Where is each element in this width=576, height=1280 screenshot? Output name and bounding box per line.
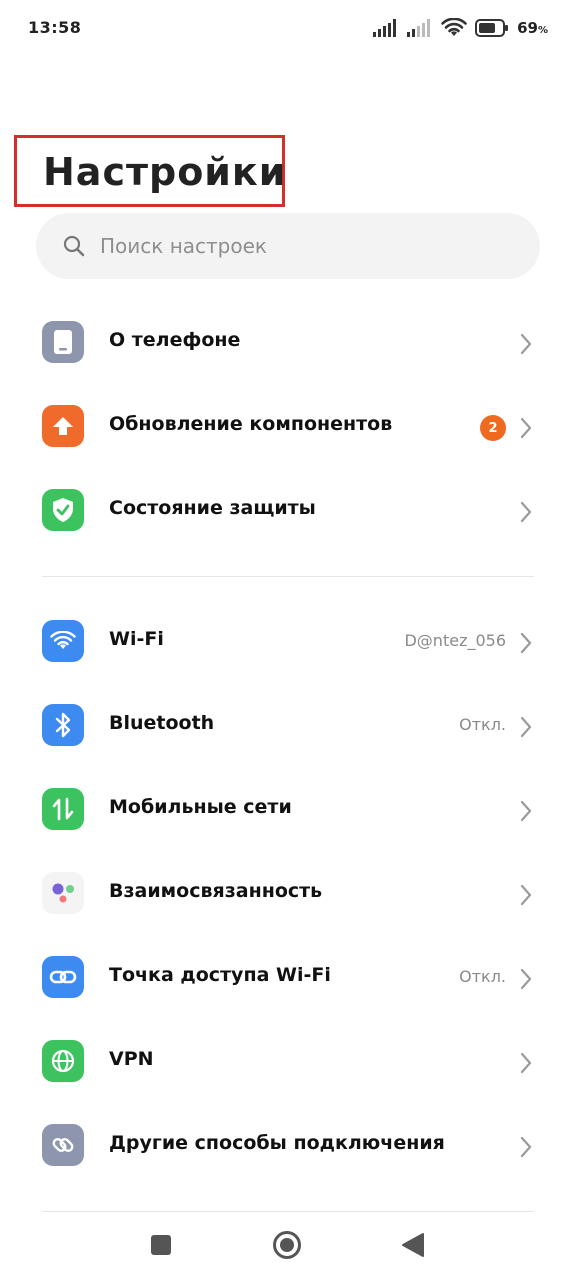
chevron-right-icon	[520, 1136, 532, 1158]
settings-item-label: Обновление компонентов	[109, 413, 393, 435]
settings-item-wifi[interactable]: Wi-Fi D@ntez_056	[0, 600, 576, 684]
chevron-right-icon	[520, 968, 532, 990]
status-time: 13:58	[28, 18, 82, 37]
settings-item-label: Wi-Fi	[109, 628, 164, 650]
hotspot-link-icon	[42, 956, 84, 998]
wifi-icon	[42, 620, 84, 662]
battery-icon	[475, 19, 509, 37]
chevron-right-icon	[520, 800, 532, 822]
search-input[interactable]	[100, 213, 520, 279]
settings-item-about-phone[interactable]: О телефоне	[0, 301, 576, 385]
bluetooth-icon	[42, 704, 84, 746]
mobile-data-icon	[42, 788, 84, 830]
settings-item-label: Bluetooth	[109, 712, 215, 734]
signal-icon-2	[407, 19, 431, 37]
link-icon	[42, 1124, 84, 1166]
chevron-right-icon	[520, 501, 532, 523]
settings-item-interconnectivity[interactable]: Взаимосвязанность	[0, 852, 576, 936]
interconnect-dots-icon	[42, 872, 84, 914]
settings-item-component-updates[interactable]: Обновление компонентов 2	[0, 385, 576, 469]
settings-item-label: Мобильные сети	[109, 796, 292, 818]
settings-item-vpn[interactable]: VPN	[0, 1020, 576, 1104]
settings-item-label: О телефоне	[109, 329, 241, 351]
section-divider	[42, 576, 534, 577]
settings-item-value: Откл.	[459, 715, 506, 734]
search-icon	[63, 235, 85, 257]
chevron-right-icon	[520, 884, 532, 906]
chevron-right-icon	[520, 417, 532, 439]
recents-square-icon[interactable]	[150, 1234, 172, 1256]
page-title: Настройки	[43, 150, 287, 194]
settings-item-label: Состояние защиты	[109, 497, 316, 519]
wifi-icon	[441, 18, 467, 36]
notification-badge: 2	[480, 415, 506, 441]
chevron-right-icon	[520, 632, 532, 654]
search-bar[interactable]	[36, 213, 540, 279]
settings-item-hotspot[interactable]: Точка доступа Wi-Fi Откл.	[0, 936, 576, 1020]
settings-item-label: VPN	[109, 1048, 154, 1070]
settings-group-device: О телефоне Обновление компонентов 2 Сост…	[0, 301, 576, 553]
settings-item-other-connections[interactable]: Другие способы подключения	[0, 1104, 576, 1188]
settings-item-protection-status[interactable]: Состояние защиты	[0, 469, 576, 553]
settings-item-bluetooth[interactable]: Bluetooth Откл.	[0, 684, 576, 768]
upload-arrow-icon	[42, 405, 84, 447]
chevron-right-icon	[520, 1052, 532, 1074]
settings-item-label: Взаимосвязанность	[109, 880, 323, 902]
phone-icon	[42, 321, 84, 363]
signal-icon	[373, 19, 397, 37]
shield-check-icon	[42, 489, 84, 531]
settings-group-connections: Wi-Fi D@ntez_056 Bluetooth Откл. Мобильн…	[0, 600, 576, 1188]
globe-icon	[42, 1040, 84, 1082]
title-highlight-box: Настройки	[14, 135, 285, 207]
settings-item-label: Точка доступа Wi-Fi	[109, 964, 331, 986]
chevron-right-icon	[520, 333, 532, 355]
navigation-bar	[0, 1212, 576, 1280]
battery-percent: 69%	[517, 19, 548, 37]
home-circle-icon[interactable]	[272, 1230, 302, 1260]
settings-item-value: D@ntez_056	[404, 631, 506, 650]
status-icons: 69%	[373, 16, 548, 40]
chevron-right-icon	[520, 716, 532, 738]
settings-item-value: Откл.	[459, 967, 506, 986]
status-bar: 13:58 69%	[0, 0, 576, 58]
settings-item-mobile-networks[interactable]: Мобильные сети	[0, 768, 576, 852]
settings-item-label: Другие способы подключения	[109, 1132, 445, 1154]
back-triangle-icon[interactable]	[401, 1232, 425, 1258]
